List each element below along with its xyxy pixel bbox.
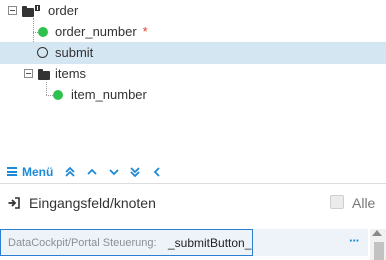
scrollbar-thumb[interactable]	[374, 242, 384, 260]
tree-node-label: item_number	[71, 87, 147, 102]
tree-node-submit[interactable]: submit	[0, 42, 386, 64]
tree-node-label: items	[55, 66, 87, 81]
collapse-toggle[interactable]	[24, 69, 33, 78]
tree-node-label: submit	[55, 45, 94, 60]
more-options-button[interactable]: ···	[344, 229, 364, 256]
tree-toolbar: Menü	[0, 162, 386, 182]
tree-node-label-wrap: order_number *	[55, 24, 148, 39]
input-prefix: DataCockpit/Portal Steuerung:	[8, 237, 157, 249]
folder-icon	[38, 69, 50, 80]
field-status-dot-icon	[53, 90, 63, 100]
all-checkbox[interactable]	[330, 195, 344, 209]
tree-node-items[interactable]: items	[0, 63, 386, 85]
divider	[0, 183, 386, 184]
double-chevron-up-icon[interactable]	[63, 165, 77, 179]
hamburger-icon	[7, 167, 17, 176]
chevron-down-icon[interactable]	[107, 165, 121, 179]
root-badge-icon	[35, 5, 40, 11]
required-marker: *	[142, 24, 148, 39]
all-checkbox-label[interactable]: Alle	[352, 195, 375, 211]
event-ring-icon	[37, 47, 48, 58]
field-status-dot-icon	[38, 27, 48, 37]
tree-node-order[interactable]: order	[0, 0, 386, 22]
field-reference-input[interactable]: DataCockpit/Portal Steuerung: _submitBut…	[0, 229, 253, 256]
input-value: _submitButton_	[168, 236, 252, 250]
scroll-up-arrow-icon[interactable]	[372, 230, 382, 236]
chevron-left-icon[interactable]	[150, 165, 164, 179]
tree-node-label: order_number	[55, 24, 137, 39]
double-chevron-down-icon[interactable]	[128, 165, 142, 179]
field-panel-title: Eingangsfeld/knoten	[29, 195, 156, 211]
menu-label: Menü	[22, 165, 54, 179]
tree-node-item-number[interactable]: item_number	[0, 84, 386, 106]
folder-icon	[22, 6, 34, 17]
tree-view: order order_number * submit items item_nu…	[0, 0, 386, 112]
tree-node-order-number[interactable]: order_number *	[0, 21, 386, 43]
tree-node-label: order	[48, 3, 79, 18]
collapse-toggle[interactable]	[8, 6, 17, 15]
chevron-up-icon[interactable]	[85, 165, 99, 179]
sign-in-icon	[7, 196, 21, 210]
